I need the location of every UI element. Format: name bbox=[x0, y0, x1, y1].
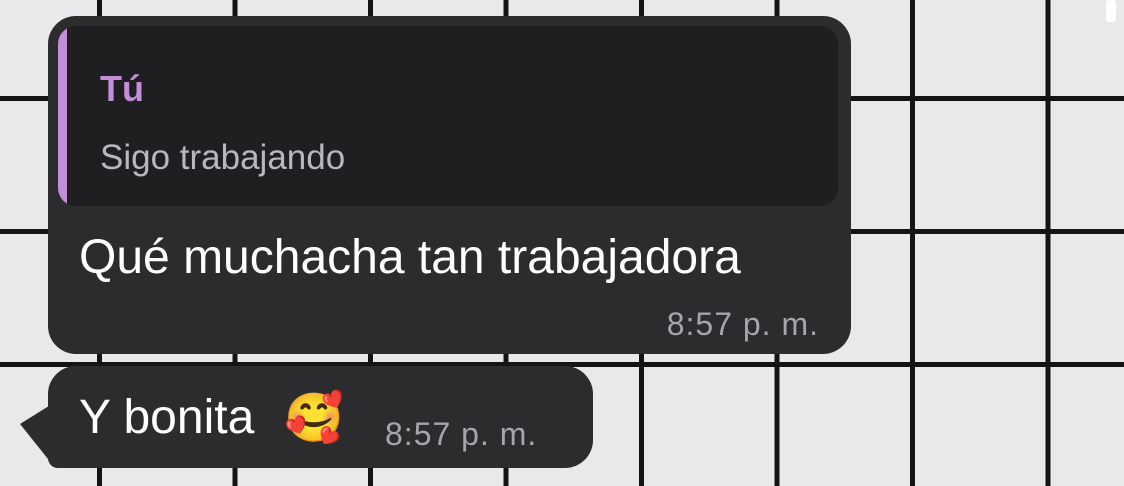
message-bubble-received[interactable]: Y bonita 🥰 8:57 p. m. bbox=[48, 366, 593, 468]
quote-author: Tú bbox=[100, 68, 144, 109]
message-timestamp: 8:57 p. m. bbox=[666, 306, 819, 342]
quoted-reply[interactable]: Tú Sigo trabajando bbox=[58, 26, 838, 206]
quote-accent-bar bbox=[58, 26, 67, 206]
message-text: Qué muchacha tan trabajadora bbox=[79, 231, 741, 284]
message-bubble-received[interactable]: Tú Sigo trabajando Qué muchacha tan trab… bbox=[48, 16, 851, 354]
smiling-face-with-hearts-emoji-icon: 🥰 bbox=[284, 390, 344, 446]
message-text: Y bonita bbox=[79, 391, 255, 444]
message-timestamp: 8:57 p. m. bbox=[385, 416, 538, 452]
quote-text: Sigo trabajando bbox=[100, 138, 346, 177]
status-indicator bbox=[1106, 0, 1116, 22]
